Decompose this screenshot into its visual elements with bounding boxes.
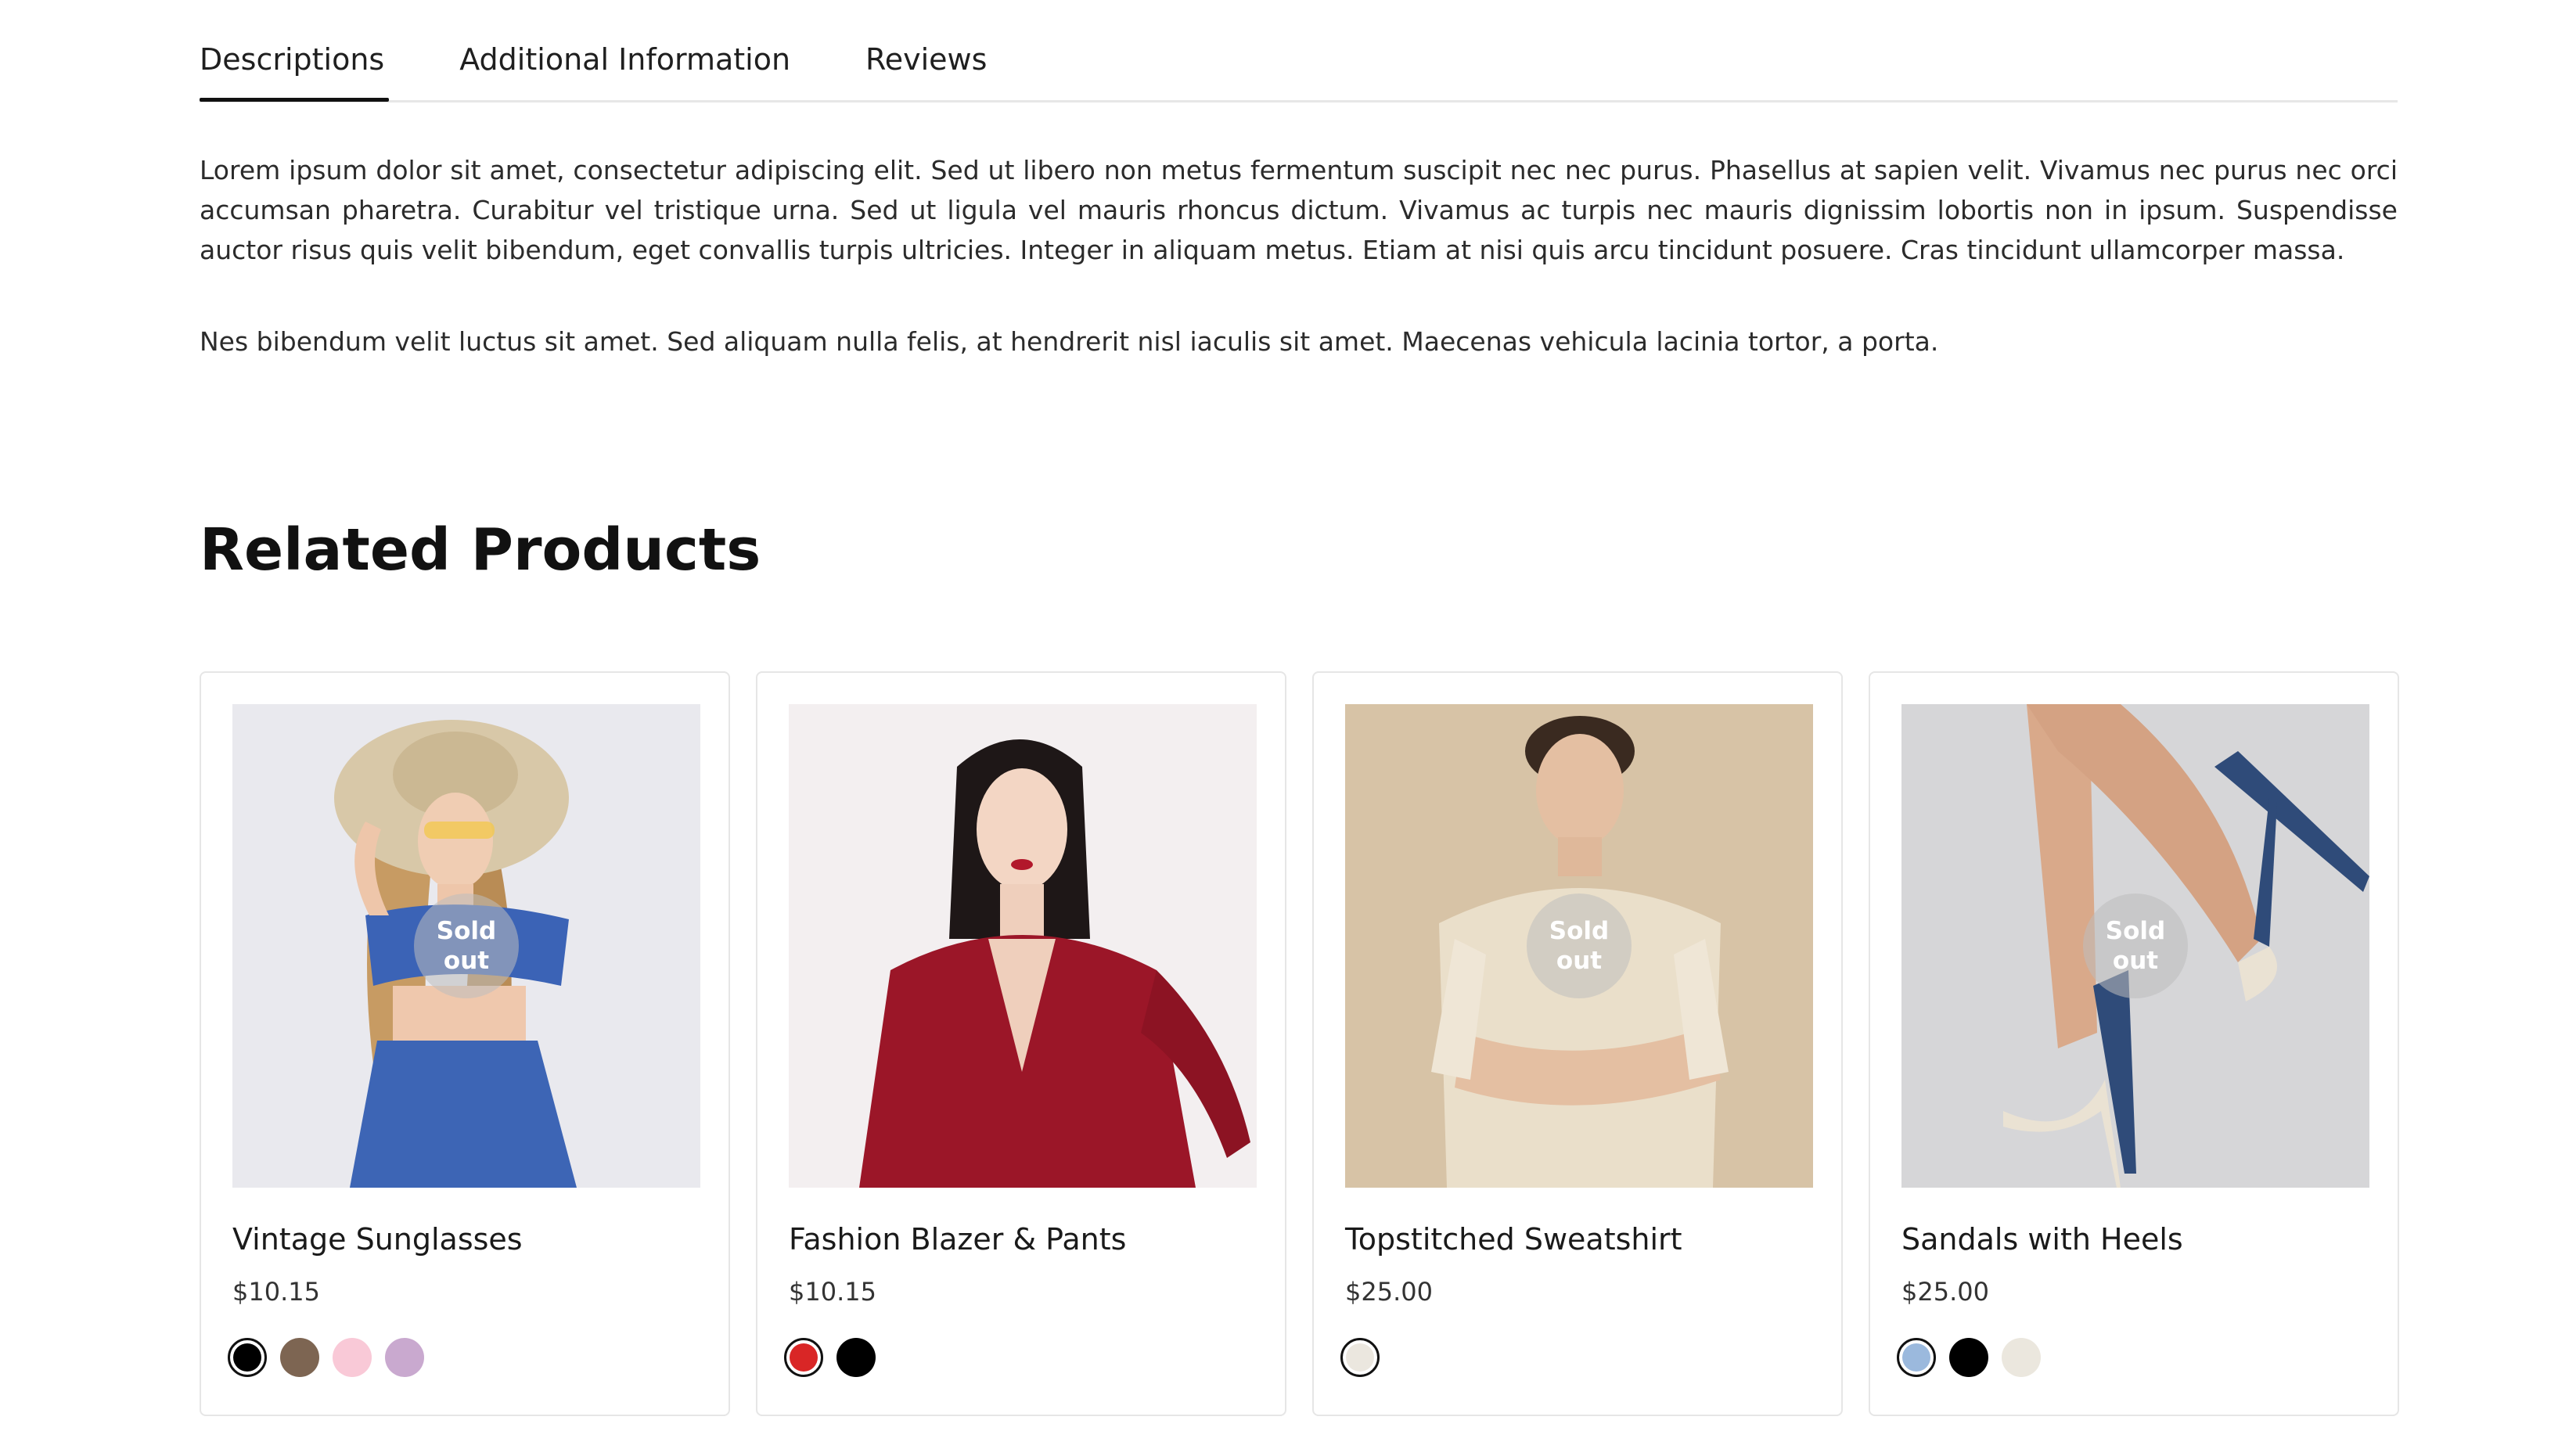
color-swatches [228,1338,437,1377]
color-swatch-lilac[interactable] [385,1338,424,1377]
description-paragraph-1: Lorem ipsum dolor sit amet, consectetur … [200,155,2398,265]
color-swatches [1897,1338,2054,1377]
color-swatch-brown[interactable] [280,1338,319,1377]
sold-out-badge: Sold out [2083,893,2188,998]
color-swatch-cream[interactable] [1340,1338,1380,1377]
color-swatch-red[interactable] [784,1338,823,1377]
tab-reviews[interactable]: Reviews [865,31,987,88]
color-swatch-black[interactable] [1949,1338,1988,1377]
color-swatches [1340,1338,1393,1377]
color-swatches [784,1338,889,1377]
man-in-beige-shirt-photo[interactable]: Sold out [1345,704,1813,1188]
product-card-topstitched-sweatshirt[interactable]: Sold out Topstitched Sweatshirt $25.00 [1312,671,1843,1416]
color-swatch-black[interactable] [836,1338,876,1377]
product-card-sandals-with-heels[interactable]: Sold out Sandals with Heels $25.00 [1869,671,2399,1416]
product-name[interactable]: Sandals with Heels [1901,1222,2183,1257]
description-panel: Lorem ipsum dolor sit amet, consectetur … [200,150,2398,413]
product-name[interactable]: Topstitched Sweatshirt [1345,1222,1682,1257]
sold-out-badge: Sold out [414,893,519,998]
color-swatch-cream[interactable] [2002,1338,2041,1377]
product-price: $10.15 [789,1277,876,1307]
color-swatch-light-blue[interactable] [1897,1338,1936,1377]
related-products-title: Related Products [200,516,761,584]
tab-additional-information[interactable]: Additional Information [459,31,790,88]
description-paragraph-2: Nes bibendum velit luctus sit amet. Sed … [200,326,1939,357]
color-swatch-pink[interactable] [333,1338,372,1377]
woman-in-sun-hat-photo[interactable]: Sold out [232,704,700,1188]
product-name[interactable]: Vintage Sunglasses [232,1222,523,1257]
product-price: $25.00 [1901,1277,1989,1307]
product-price: $10.15 [232,1277,320,1307]
woman-in-red-blazer-photo[interactable] [789,704,1257,1188]
related-products-grid: Sold out Vintage Sunglasses $10.15 Fashi… [200,671,2399,1416]
product-price: $25.00 [1345,1277,1433,1307]
color-swatch-black[interactable] [228,1338,267,1377]
product-name[interactable]: Fashion Blazer & Pants [789,1222,1126,1257]
product-card-fashion-blazer-pants[interactable]: Fashion Blazer & Pants $10.15 [756,671,1286,1416]
high-heel-sandals-photo[interactable]: Sold out [1901,704,2369,1188]
product-tabs: Descriptions Additional Information Revi… [200,31,2398,102]
product-card-vintage-sunglasses[interactable]: Sold out Vintage Sunglasses $10.15 [200,671,730,1416]
sold-out-badge: Sold out [1527,893,1632,998]
tab-descriptions[interactable]: Descriptions [200,31,390,102]
